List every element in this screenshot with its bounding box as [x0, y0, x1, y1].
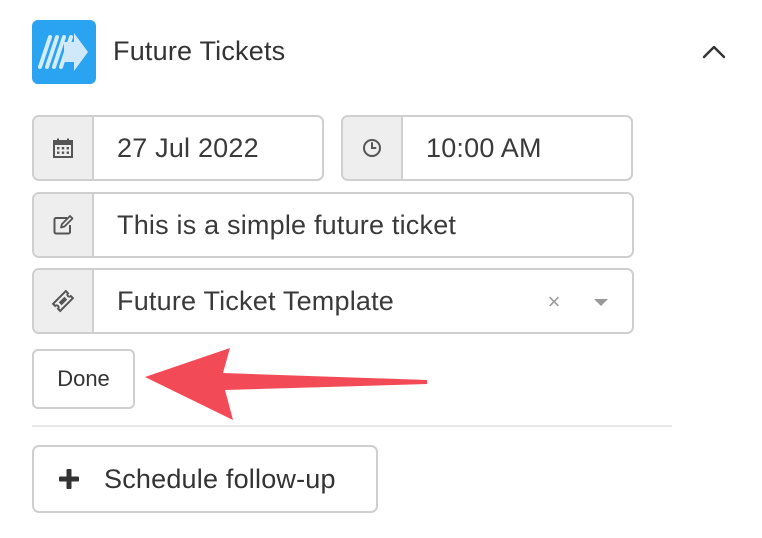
description-addon: [34, 194, 94, 256]
schedule-follow-up-button[interactable]: Schedule follow-up: [32, 445, 378, 513]
date-input-group: 27 Jul 2022: [32, 115, 324, 181]
description-input-group: This is a simple future ticket: [32, 192, 634, 258]
template-select-group: Future Ticket Template ×: [32, 268, 634, 334]
chevron-up-icon: [702, 45, 726, 59]
calendar-icon: [53, 138, 73, 158]
caret-down-icon: [594, 299, 608, 306]
time-input[interactable]: 10:00 AM: [403, 117, 631, 179]
template-dropdown-toggle[interactable]: [590, 292, 612, 314]
time-input-group: 10:00 AM: [341, 115, 633, 181]
date-addon[interactable]: [34, 117, 94, 179]
description-input[interactable]: This is a simple future ticket: [94, 194, 632, 256]
done-button[interactable]: Done: [32, 349, 135, 409]
template-addon: [34, 270, 94, 332]
clock-icon: [363, 139, 381, 157]
date-input[interactable]: 27 Jul 2022: [94, 117, 322, 179]
page-title: Future Tickets: [113, 36, 286, 66]
clear-selection-button[interactable]: ×: [543, 289, 565, 314]
plus-icon: [59, 469, 79, 489]
collapse-button[interactable]: [698, 36, 730, 68]
time-addon[interactable]: [343, 117, 403, 179]
schedule-follow-up-label: Schedule follow-up: [104, 463, 336, 494]
future-tickets-logo-icon: [32, 20, 96, 84]
edit-icon: [53, 215, 74, 235]
divider: [32, 425, 672, 427]
ticket-icon: [51, 289, 75, 313]
red-arrow-icon: [145, 345, 430, 423]
